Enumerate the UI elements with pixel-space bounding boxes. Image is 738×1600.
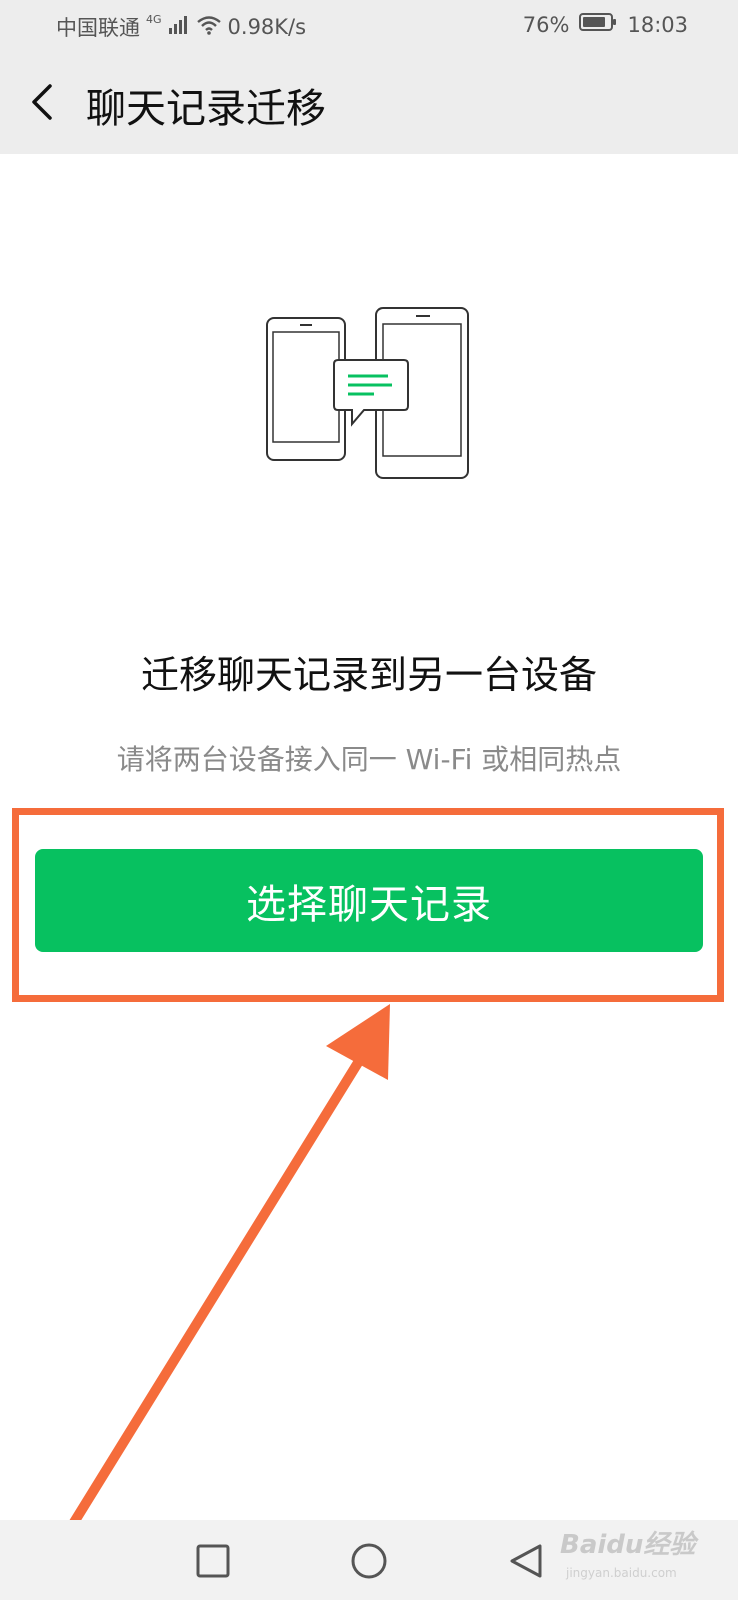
main-title: 迁移聊天记录到另一台设备 [140, 653, 597, 697]
phone-transfer-icon [264, 306, 484, 490]
triangle-back-nav-icon [510, 1544, 542, 1578]
square-nav-icon [196, 1544, 230, 1578]
page-title: 聊天记录迁移 [86, 86, 326, 132]
wifi-icon [196, 15, 222, 40]
subtitle: 请将两台设备接入同一 Wi-Fi 或相同热点 [116, 743, 622, 776]
back-arrow-icon [32, 84, 52, 120]
carrier-name: 中国联通 [56, 16, 140, 40]
circle-nav-icon [351, 1543, 387, 1579]
select-chat-history-button[interactable]: 选择聊天记录 [35, 849, 703, 952]
home-button[interactable] [346, 1538, 392, 1584]
back-button[interactable] [24, 80, 64, 124]
recent-apps-button[interactable] [190, 1538, 236, 1584]
status-left: 中国联通 4G 0.98K/s [56, 12, 306, 42]
watermark-url: jingyan.baidu.com [566, 1566, 677, 1580]
clock: 18:03 [627, 12, 688, 37]
network-type: 4G [146, 12, 162, 26]
battery-percent: 76% [522, 12, 570, 37]
watermark-logo: Baidu经验 [560, 1530, 696, 1560]
status-bar: 中国联通 4G 0.98K/s 76% 18:03 [0, 0, 738, 50]
arrow-annotation-icon [55, 1004, 390, 1550]
baidu-watermark: Baidu经验 jingyan.baidu.com [560, 1524, 730, 1594]
signal-icon [168, 15, 190, 40]
status-right: 76% 18:03 [523, 12, 688, 37]
back-nav-button[interactable] [504, 1538, 550, 1584]
header: 聊天记录迁移 [0, 50, 738, 154]
network-speed: 0.98K/s [227, 15, 307, 39]
battery-icon [579, 12, 617, 37]
